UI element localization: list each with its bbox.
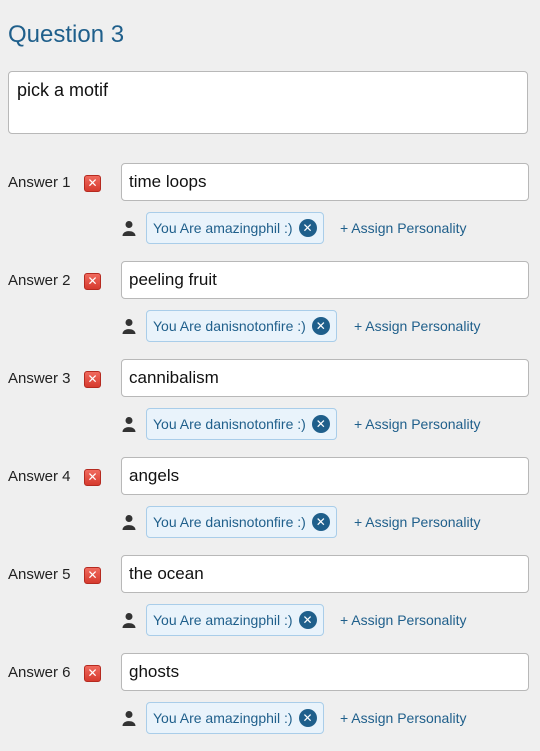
personality-tag-label: You Are danisnotonfire :)	[153, 318, 306, 334]
person-icon	[122, 711, 136, 726]
person-icon	[122, 221, 136, 236]
delete-answer-icon[interactable]: ✕	[84, 567, 101, 584]
personality-tag: You Are amazingphil :) ✕	[146, 212, 324, 244]
personality-tag: You Are danisnotonfire :) ✕	[146, 310, 337, 342]
personality-tag: You Are amazingphil :) ✕	[146, 604, 324, 636]
assign-personality-link[interactable]: + Assign Personality	[354, 416, 480, 432]
assign-personality-link[interactable]: + Assign Personality	[340, 612, 466, 628]
answer-label: Answer 3	[8, 370, 71, 387]
assign-personality-link[interactable]: + Assign Personality	[340, 710, 466, 726]
assign-personality-link[interactable]: + Assign Personality	[354, 318, 480, 334]
assign-personality-link[interactable]: + Assign Personality	[354, 514, 480, 530]
answer-input[interactable]: the ocean	[121, 555, 529, 593]
answer-input[interactable]: time loops	[121, 163, 529, 201]
answer-row: Answer 6 ✕ ghosts You Are amazingphil :)…	[0, 653, 540, 751]
personality-tag: You Are danisnotonfire :) ✕	[146, 408, 337, 440]
delete-answer-icon[interactable]: ✕	[84, 371, 101, 388]
answer-row: Answer 1 ✕ time loops You Are amazingphi…	[0, 163, 540, 261]
answer-input[interactable]: peeling fruit	[121, 261, 529, 299]
remove-personality-icon[interactable]: ✕	[311, 513, 330, 531]
answer-label: Answer 4	[8, 468, 71, 485]
personality-tag: You Are danisnotonfire :) ✕	[146, 506, 337, 538]
remove-personality-icon[interactable]: ✕	[311, 317, 330, 335]
personality-tag-label: You Are amazingphil :)	[153, 220, 293, 236]
remove-personality-icon[interactable]: ✕	[311, 415, 330, 433]
answer-label: Answer 5	[8, 566, 71, 583]
answer-label: Answer 6	[8, 664, 71, 681]
answer-row: Answer 5 ✕ the ocean You Are amazingphil…	[0, 555, 540, 653]
answer-input[interactable]: ghosts	[121, 653, 529, 691]
question-title: Question 3	[8, 21, 125, 48]
personality-tag-label: You Are amazingphil :)	[153, 710, 293, 726]
question-text-field[interactable]: pick a motif	[8, 71, 528, 134]
person-icon	[122, 515, 136, 530]
answer-row: Answer 2 ✕ peeling fruit You Are danisno…	[0, 261, 540, 359]
remove-personality-icon[interactable]: ✕	[298, 611, 317, 629]
person-icon	[122, 417, 136, 432]
delete-answer-icon[interactable]: ✕	[84, 175, 101, 192]
delete-answer-icon[interactable]: ✕	[84, 665, 101, 682]
answer-label: Answer 1	[8, 174, 71, 191]
delete-answer-icon[interactable]: ✕	[84, 273, 101, 290]
delete-answer-icon[interactable]: ✕	[84, 469, 101, 486]
answer-row: Answer 4 ✕ angels You Are danisnotonfire…	[0, 457, 540, 555]
answer-input[interactable]: angels	[121, 457, 529, 495]
person-icon	[122, 613, 136, 628]
personality-tag: You Are amazingphil :) ✕	[146, 702, 324, 734]
person-icon	[122, 319, 136, 334]
answer-label: Answer 2	[8, 272, 71, 289]
personality-tag-label: You Are danisnotonfire :)	[153, 416, 306, 432]
remove-personality-icon[interactable]: ✕	[298, 219, 317, 237]
answer-input[interactable]: cannibalism	[121, 359, 529, 397]
assign-personality-link[interactable]: + Assign Personality	[340, 220, 466, 236]
personality-tag-label: You Are amazingphil :)	[153, 612, 293, 628]
answer-row: Answer 3 ✕ cannibalism You Are danisnoto…	[0, 359, 540, 457]
personality-tag-label: You Are danisnotonfire :)	[153, 514, 306, 530]
remove-personality-icon[interactable]: ✕	[298, 709, 317, 727]
